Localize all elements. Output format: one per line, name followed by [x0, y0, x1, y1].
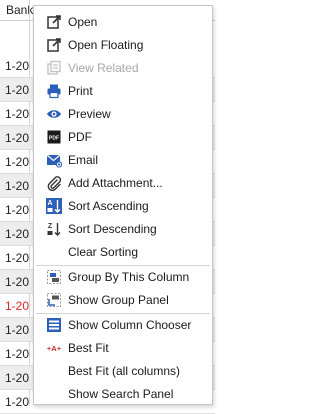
menu-item-show-column-chooser[interactable]: Show Column Chooser	[34, 314, 212, 337]
svg-text:+A+: +A+	[47, 344, 62, 353]
table-cell: 1-20	[5, 275, 30, 289]
group-panel-icon	[46, 292, 62, 308]
menu-item-print[interactable]: Print	[34, 80, 212, 103]
table-cell: 1-20	[5, 251, 30, 265]
menu-item-label: Show Group Panel	[68, 293, 169, 307]
table-cell: 1-20	[5, 59, 30, 73]
sort-ascending-icon: A	[46, 198, 62, 214]
menu-item-email[interactable]: Email	[34, 149, 212, 172]
svg-text:PDF: PDF	[49, 136, 59, 142]
menu-item-label: Group By This Column	[68, 270, 190, 284]
table-cell: 1-20	[5, 155, 30, 169]
table-cell: 1-20	[5, 107, 30, 121]
menu-item-label: Best Fit	[68, 341, 109, 355]
menu-item-pdf[interactable]: PDF PDF	[34, 126, 212, 149]
group-by-column-icon	[46, 269, 62, 285]
menu-item-label: Preview	[68, 107, 111, 121]
table-cell: 1-20	[5, 131, 30, 145]
svg-text:Z: Z	[48, 223, 53, 230]
best-fit-icon: +A+	[46, 340, 62, 356]
menu-item-open[interactable]: Open	[34, 11, 212, 34]
preview-icon	[46, 106, 62, 122]
menu-item-open-floating[interactable]: Open Floating	[34, 34, 212, 57]
menu-item-label: Show Search Panel	[68, 387, 174, 401]
menu-item-sort-ascending[interactable]: A Sort Ascending	[34, 195, 212, 218]
menu-item-label: Clear Sorting	[68, 245, 139, 259]
menu-item-show-search-panel[interactable]: Show Search Panel	[34, 383, 212, 406]
menu-item-label: Print	[68, 84, 93, 98]
table-cell: 1-20	[5, 371, 30, 385]
table-cell: 1-20	[5, 347, 30, 361]
menu-item-label: Add Attachment...	[68, 176, 163, 190]
table-cell: 1-20	[5, 395, 30, 409]
column-chooser-icon	[46, 317, 62, 333]
attachment-icon	[46, 175, 62, 192]
open-floating-icon	[46, 37, 62, 53]
menu-item-label: Show Column Chooser	[68, 318, 192, 332]
pdf-icon: PDF	[46, 129, 62, 145]
sort-descending-icon: Z	[46, 221, 62, 237]
email-icon	[46, 152, 63, 168]
table-cell: 1-20	[5, 299, 30, 313]
menu-item-view-related: View Related	[34, 57, 212, 80]
menu-item-label: Open	[68, 15, 98, 29]
svg-text:A: A	[47, 200, 52, 207]
menu-item-label: Sort Descending	[68, 222, 157, 236]
menu-item-group-by-column[interactable]: Group By This Column	[34, 266, 212, 289]
table-cell: 1-20	[5, 83, 30, 97]
table-cell: 1-20	[5, 179, 30, 193]
table-cell: 1-20	[5, 203, 30, 217]
view-related-icon	[46, 60, 62, 76]
menu-item-sort-descending[interactable]: Z Sort Descending	[34, 218, 212, 241]
menu-item-preview[interactable]: Preview	[34, 103, 212, 126]
column-context-menu: Open Open Floating View Related Print Pr…	[33, 5, 213, 405]
menu-item-add-attachment[interactable]: Add Attachment...	[34, 172, 212, 195]
print-icon	[46, 83, 62, 99]
menu-item-label: Best Fit (all columns)	[68, 364, 181, 378]
table-cell: 1-20	[5, 323, 30, 337]
menu-item-clear-sorting[interactable]: Clear Sorting	[34, 241, 212, 264]
menu-item-label: Open Floating	[68, 38, 144, 52]
table-cell: 1-20	[5, 227, 30, 241]
menu-item-label: Email	[68, 153, 99, 167]
menu-item-show-group-panel[interactable]: Show Group Panel	[34, 289, 212, 312]
menu-item-label: View Related	[68, 61, 139, 75]
menu-item-best-fit-all-columns[interactable]: Best Fit (all columns)	[34, 360, 212, 383]
menu-item-label: Sort Ascending	[68, 199, 149, 213]
menu-item-label: PDF	[68, 130, 92, 144]
menu-item-best-fit[interactable]: +A+ Best Fit	[34, 337, 212, 360]
open-icon	[46, 14, 62, 30]
